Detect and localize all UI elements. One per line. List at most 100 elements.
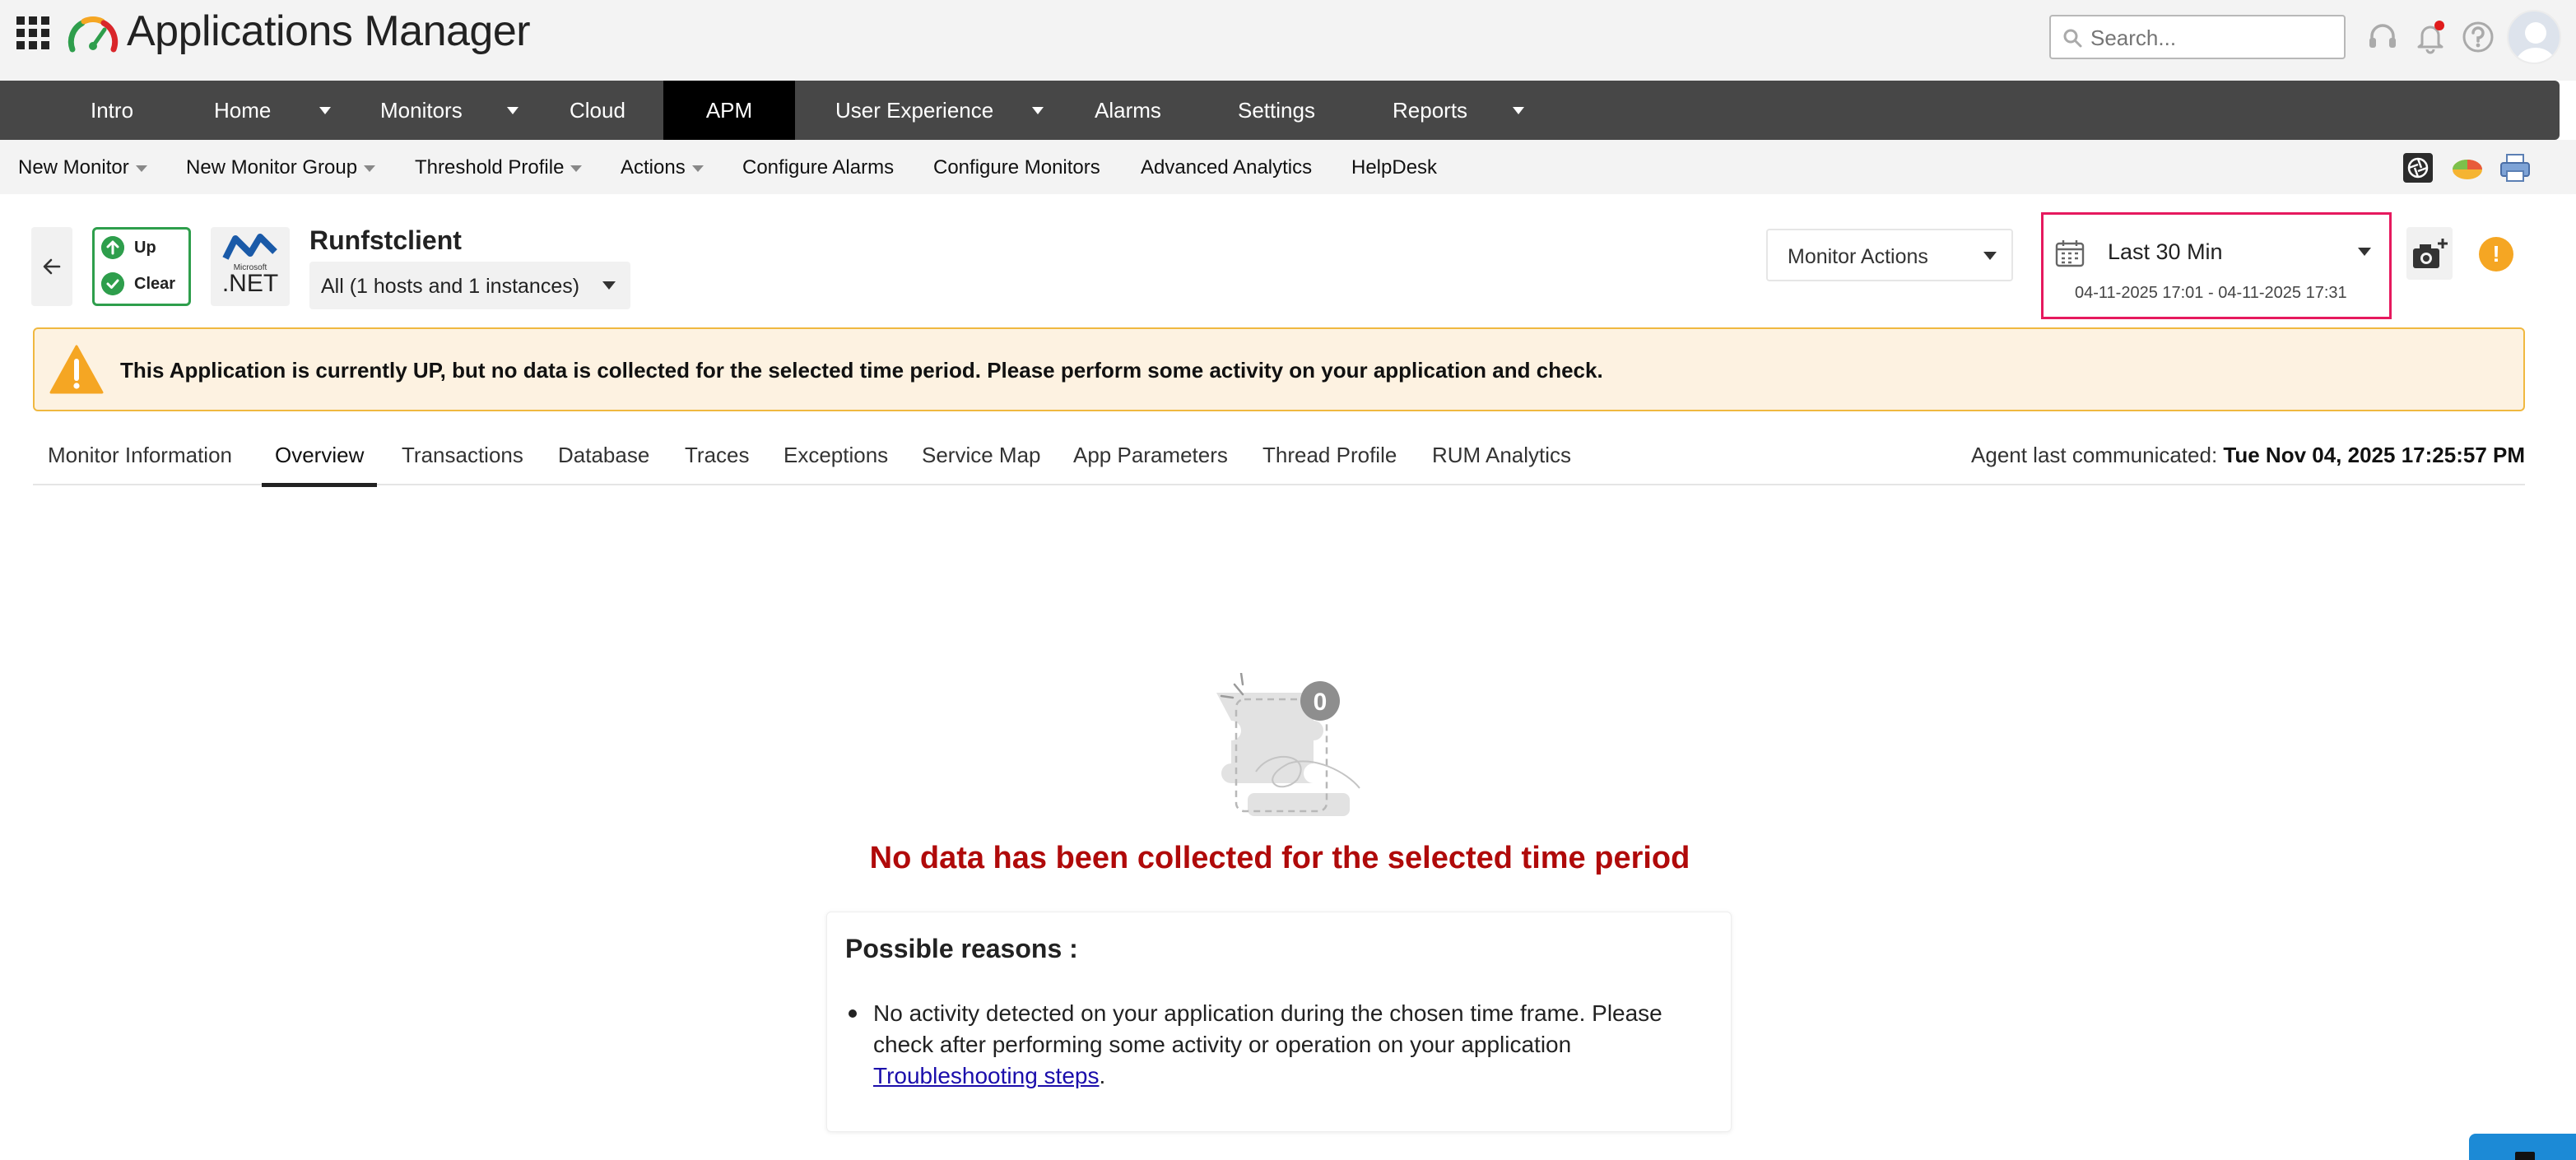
chevron-down-icon	[2358, 248, 2371, 256]
subnav-new-monitor[interactable]: New Monitor	[18, 156, 147, 179]
subnav-new-monitor-group[interactable]: New Monitor Group	[186, 156, 376, 179]
time-period-label: Last 30 Min	[2108, 239, 2223, 264]
chevron-down-icon	[602, 281, 616, 290]
app-header: Applications Manager	[0, 0, 2576, 81]
subnav-threshold-profile-label: Threshold Profile	[415, 156, 565, 179]
instance-selector-value: All (1 hosts and 1 instances)	[321, 275, 580, 298]
no-data-message: No data has been collected for the selec…	[869, 841, 1690, 875]
time-period-dropdown[interactable]: Last 30 Min	[2055, 228, 2379, 277]
monitor-status-badge: Up Clear	[92, 227, 191, 306]
shutter-icon[interactable]	[2402, 151, 2434, 184]
main-navigation: Intro Home Monitors Cloud APM User Exper…	[0, 81, 2560, 140]
dropdown-caret-icon	[570, 165, 583, 172]
subnav-new-monitor-label: New Monitor	[18, 156, 129, 179]
subnav-configure-alarms[interactable]: Configure Alarms	[742, 156, 894, 179]
tab-overview[interactable]: Overview	[262, 443, 378, 487]
app-launcher-icon[interactable]	[16, 16, 49, 49]
user-silhouette-icon	[2515, 22, 2556, 63]
nav-item-settings[interactable]: Settings	[1238, 81, 1315, 140]
subnav-actions[interactable]: Actions	[621, 156, 704, 179]
headset-icon[interactable]	[2365, 20, 2400, 54]
list-bullet-icon	[849, 1009, 857, 1018]
chat-widget-button[interactable]	[2469, 1134, 2576, 1160]
back-button[interactable]	[31, 227, 72, 306]
nav-item-user-experience[interactable]: User Experience	[835, 81, 993, 140]
nav-item-monitors[interactable]: Monitors	[380, 81, 463, 140]
search-icon	[2063, 29, 2082, 48]
subnav-advanced-analytics[interactable]: Advanced Analytics	[1141, 156, 1312, 179]
time-range-text: 04-11-2025 17:01 - 04-11-2025 17:31	[2075, 284, 2347, 302]
calendar-icon	[2055, 240, 2085, 267]
tab-transactions[interactable]: Transactions	[402, 443, 523, 483]
tab-rum-analytics[interactable]: RUM Analytics	[1432, 443, 1571, 483]
arrow-up-circle-icon	[101, 236, 124, 259]
tab-traces[interactable]: Traces	[685, 443, 750, 483]
user-avatar[interactable]	[2507, 10, 2561, 64]
arrow-left-icon	[43, 258, 61, 275]
monitor-actions-label: Monitor Actions	[1788, 245, 1928, 268]
dropdown-caret-icon	[364, 165, 376, 172]
subnav-helpdesk[interactable]: HelpDesk	[1351, 156, 1437, 179]
nav-user-experience-dropdown-icon[interactable]	[1025, 81, 1050, 140]
empty-state-illustration: 0	[1216, 673, 1360, 816]
app-title: Applications Manager	[127, 7, 531, 55]
reason-text: No activity detected on your application…	[873, 1000, 1662, 1057]
instance-selector[interactable]: All (1 hosts and 1 instances)	[309, 262, 630, 309]
nav-home-dropdown-icon[interactable]	[313, 81, 337, 140]
health-label: Clear	[134, 275, 176, 293]
warning-message: This Application is currently UP, but no…	[120, 358, 1603, 383]
nav-reports-dropdown-icon[interactable]	[1506, 81, 1531, 140]
availability-label: Up	[134, 239, 156, 257]
nav-item-intro[interactable]: Intro	[91, 81, 133, 140]
reason-end-punctuation: .	[1099, 1063, 1106, 1088]
tab-monitor-information[interactable]: Monitor Information	[48, 443, 232, 483]
camera-plus-icon	[2413, 239, 2448, 268]
tab-exceptions[interactable]: Exceptions	[783, 443, 888, 483]
monitor-actions-dropdown[interactable]: Monitor Actions	[1766, 229, 2013, 281]
subnav-configure-monitors[interactable]: Configure Monitors	[933, 156, 1100, 179]
tab-database[interactable]: Database	[558, 443, 649, 483]
agent-last-communicated: Agent last communicated: Tue Nov 04, 202…	[1971, 443, 2525, 468]
sub-navigation: New Monitor New Monitor Group Threshold …	[0, 140, 2576, 194]
alert-icon[interactable]: !	[2479, 237, 2513, 271]
monitor-tabs: Monitor Information Overview Transaction…	[33, 434, 2525, 487]
troubleshooting-link[interactable]: Troubleshooting steps	[873, 1063, 1099, 1088]
chat-icon	[2515, 1152, 2535, 1160]
notification-bell-icon[interactable]	[2413, 20, 2448, 54]
possible-reasons-list: No activity detected on your application…	[849, 998, 1713, 1092]
subnav-threshold-profile[interactable]: Threshold Profile	[415, 156, 583, 179]
printer-icon[interactable]	[2499, 151, 2532, 184]
monitor-name: Runfstclient	[309, 225, 462, 255]
help-icon[interactable]	[2461, 20, 2495, 54]
snapshot-button[interactable]	[2406, 227, 2453, 280]
nav-item-apm[interactable]: APM	[663, 81, 795, 140]
possible-reasons-card: Possible reasons : No activity detected …	[826, 912, 1732, 1132]
warning-triangle-icon	[49, 345, 104, 394]
search-box[interactable]	[2049, 15, 2346, 59]
nav-item-home[interactable]: Home	[214, 81, 271, 140]
subnav-new-monitor-group-label: New Monitor Group	[186, 156, 358, 179]
nav-item-reports[interactable]: Reports	[1393, 81, 1467, 140]
subnav-actions-label: Actions	[621, 156, 686, 179]
check-circle-icon	[101, 272, 124, 295]
no-data-warning-banner: This Application is currently UP, but no…	[33, 327, 2525, 411]
nav-item-cloud[interactable]: Cloud	[570, 81, 625, 140]
gauge-logo-icon	[67, 16, 119, 53]
tab-app-parameters[interactable]: App Parameters	[1073, 443, 1228, 483]
agent-timestamp: Tue Nov 04, 2025 17:25:57 PM	[2223, 443, 2525, 467]
possible-reasons-title: Possible reasons :	[845, 934, 1078, 963]
time-period-selector: Last 30 Min 04-11-2025 17:01 - 04-11-202…	[2041, 212, 2392, 319]
dotnet-wave-icon	[222, 234, 277, 260]
tab-thread-profile[interactable]: Thread Profile	[1262, 443, 1397, 483]
dropdown-caret-icon	[135, 165, 147, 172]
pie-chart-icon[interactable]	[2451, 151, 2484, 184]
tab-service-map[interactable]: Service Map	[922, 443, 1041, 483]
dotnet-logo: Microsoft .NET	[211, 227, 290, 306]
nav-monitors-dropdown-icon[interactable]	[500, 81, 525, 140]
empty-state-badge-count: 0	[1314, 689, 1328, 716]
dotnet-label: .NET	[221, 270, 279, 297]
search-input[interactable]	[2090, 21, 2337, 54]
agent-label: Agent last communicated:	[1971, 443, 2218, 467]
dropdown-caret-icon	[691, 165, 704, 172]
nav-item-alarms[interactable]: Alarms	[1095, 81, 1161, 140]
